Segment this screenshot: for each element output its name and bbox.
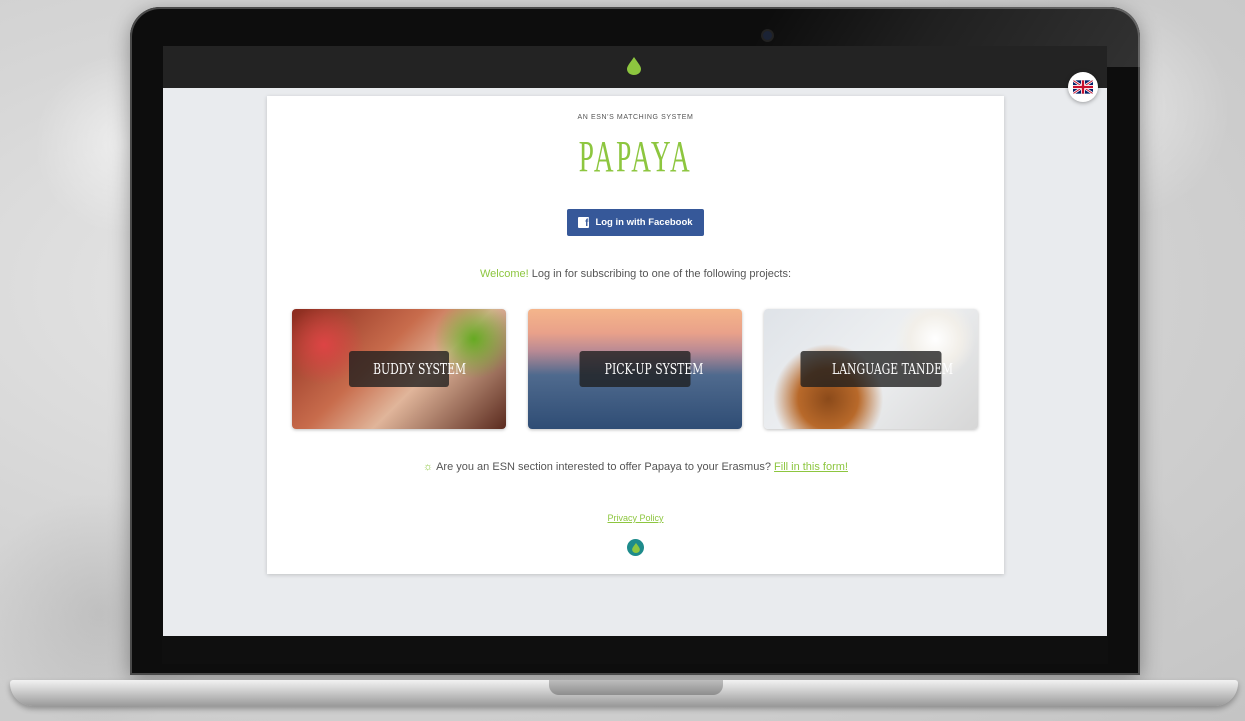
- welcome-text: Log in for subscribing to one of the fol…: [528, 268, 792, 280]
- lightbulb-icon: ☼: [423, 461, 434, 473]
- papaya-leaf-icon[interactable]: [627, 57, 641, 75]
- project-card-language-tandem[interactable]: LANGUAGE TANDEM: [764, 309, 978, 429]
- facebook-icon: f: [578, 217, 590, 229]
- project-label: PICK-UP SYSTEM: [579, 351, 703, 387]
- papaya-footer-icon: [627, 539, 644, 556]
- top-navbar: [163, 46, 1107, 88]
- offer-question: Are you an ESN section interested to off…: [436, 461, 771, 473]
- welcome-message: Welcome! Log in for subscribing to one o…: [267, 268, 1004, 280]
- facebook-login-label: Log in with Facebook: [595, 217, 693, 228]
- tagline: AN ESN'S MATCHING SYSTEM: [577, 114, 694, 121]
- brand-title: PAPAYA: [578, 132, 693, 181]
- laptop-notch: [549, 680, 723, 695]
- project-card-pick-up-system[interactable]: PICK-UP SYSTEM: [528, 309, 742, 429]
- privacy-policy-link[interactable]: Privacy Policy: [607, 513, 663, 523]
- privacy-section: Privacy Policy: [267, 513, 1004, 523]
- fill-form-link[interactable]: Fill in this form!: [774, 461, 848, 473]
- project-label: LANGUAGE TANDEM: [800, 351, 953, 387]
- facebook-login-button[interactable]: f Log in with Facebook: [567, 209, 704, 236]
- login-card: AN ESN'S MATCHING SYSTEM PAPAYA f Log in…: [267, 96, 1004, 574]
- laptop-bezel-bottom: [162, 636, 1108, 664]
- browser-screen: AN ESN'S MATCHING SYSTEM PAPAYA f Log in…: [163, 46, 1107, 636]
- project-card-buddy-system[interactable]: BUDDY SYSTEM: [292, 309, 506, 429]
- webcam-icon: [763, 31, 772, 40]
- language-switch-button[interactable]: [1068, 72, 1098, 102]
- project-label: BUDDY SYSTEM: [349, 351, 466, 387]
- uk-flag-icon: [1073, 80, 1093, 94]
- section-offer-text: ☼ Are you an ESN section interested to of…: [267, 461, 1004, 473]
- welcome-highlight: Welcome!: [479, 268, 529, 280]
